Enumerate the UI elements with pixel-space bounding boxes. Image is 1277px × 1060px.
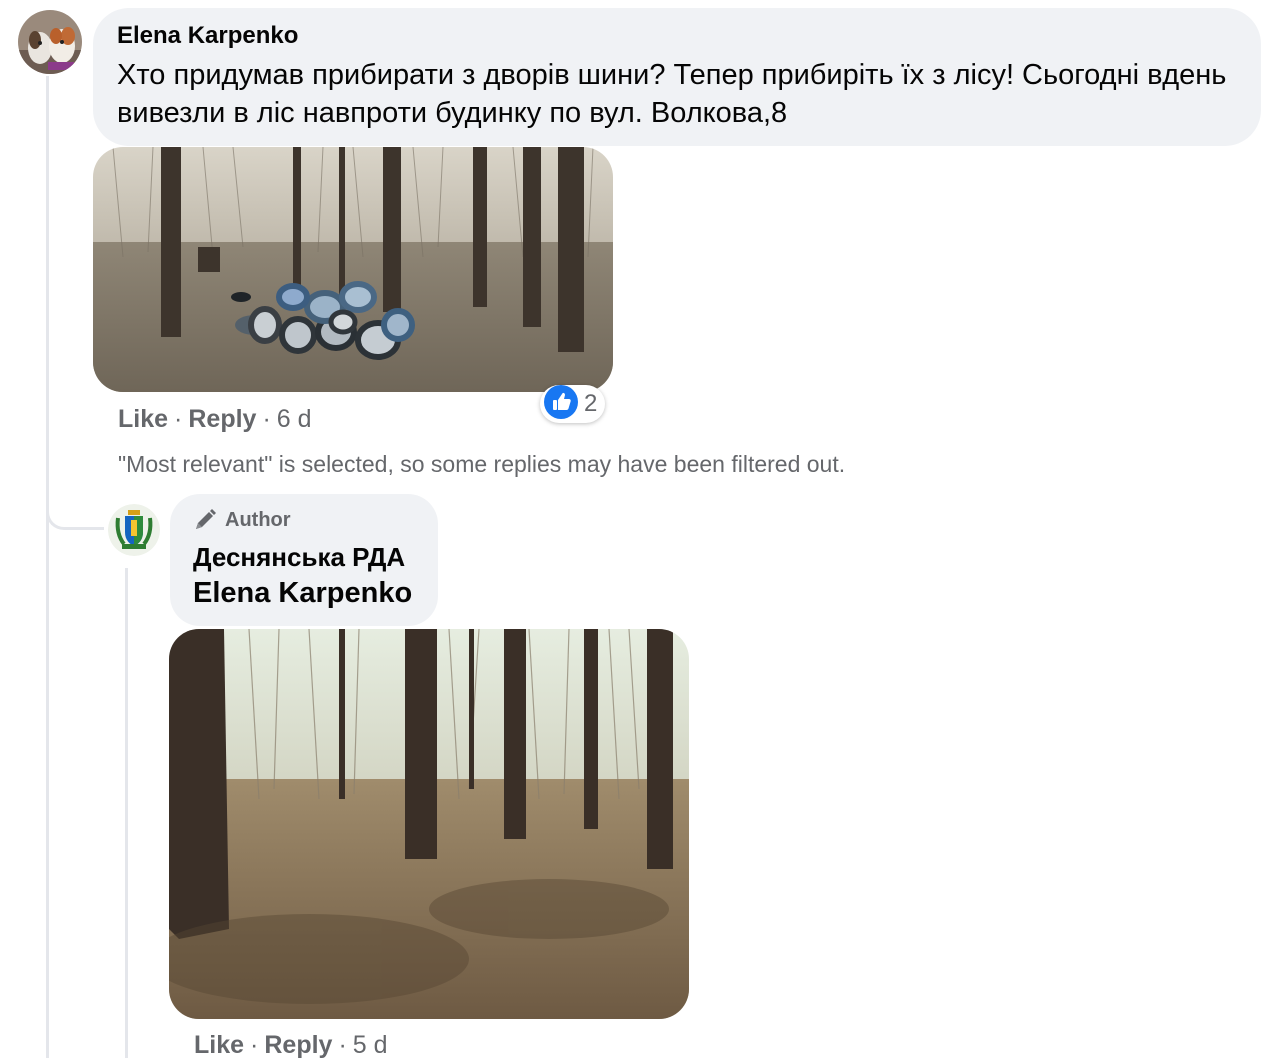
- tagged-user[interactable]: Elena Karpenko: [193, 577, 414, 610]
- pen-icon: [193, 508, 217, 532]
- filter-notice: "Most relevant" is selected, so some rep…: [118, 451, 846, 477]
- page-avatar[interactable]: [108, 504, 160, 556]
- reply-button[interactable]: Reply: [188, 405, 256, 433]
- comment-time[interactable]: 6 d: [277, 405, 312, 433]
- separator: ·: [338, 1031, 347, 1059]
- thread-line-main: [46, 76, 49, 1058]
- reaction-count: 2: [584, 390, 598, 417]
- comment-bubble: Elena Karpenko Хто придумав прибирати з …: [93, 8, 1261, 146]
- reply-time[interactable]: 5 d: [353, 1031, 388, 1059]
- comment-author[interactable]: Elena Karpenko: [117, 22, 1237, 50]
- separator: ·: [262, 405, 271, 433]
- author-badge-label: Author: [225, 508, 291, 531]
- like-button[interactable]: Like: [118, 405, 168, 433]
- author-badge: Author: [193, 508, 414, 532]
- separator: ·: [174, 405, 183, 433]
- thread-line-reply: [125, 568, 128, 1058]
- like-icon: [544, 384, 578, 424]
- commenter-avatar[interactable]: [18, 10, 82, 74]
- reply-bubble: Author Деснянська РДА Elena Karpenko: [170, 494, 438, 626]
- reply-author[interactable]: Деснянська РДА: [193, 542, 414, 573]
- separator: ·: [250, 1031, 259, 1059]
- reply-button[interactable]: Reply: [264, 1031, 332, 1059]
- like-button[interactable]: Like: [194, 1031, 244, 1059]
- reply-actions: Like · Reply · 5 d: [194, 1031, 388, 1060]
- comment-text: Хто придумав прибирати з дворів шини? Те…: [117, 59, 1227, 129]
- reaction-summary[interactable]: 2: [540, 384, 606, 424]
- comment-photo[interactable]: [93, 147, 613, 392]
- comment-actions: Like · Reply · 6 d: [118, 405, 312, 434]
- thread-branch: [46, 500, 104, 530]
- reply-photo[interactable]: [169, 629, 689, 1019]
